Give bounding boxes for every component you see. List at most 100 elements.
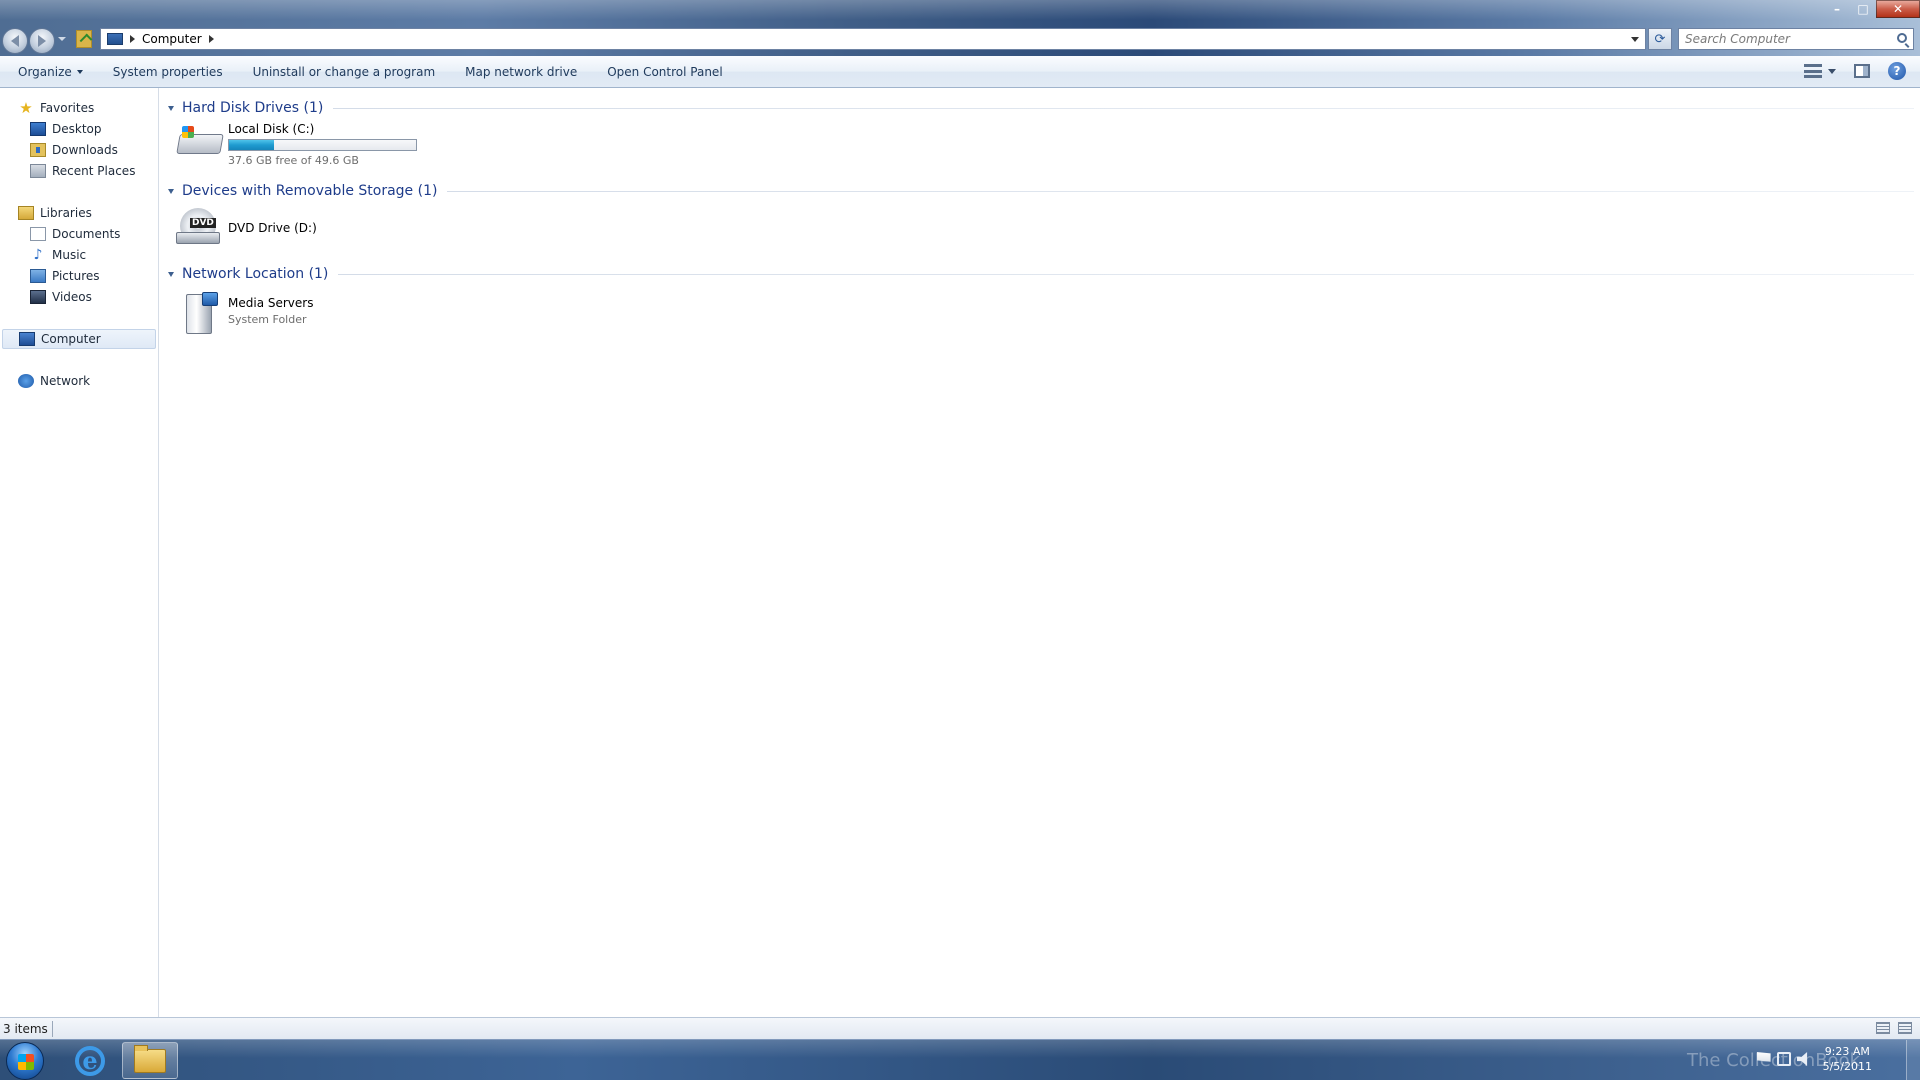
- network-item-type: System Folder: [228, 313, 307, 326]
- navigation-pane: ★ Favorites Desktop Downloads Recent Pla…: [0, 88, 159, 1017]
- collapse-arrow-icon[interactable]: [168, 271, 174, 277]
- nav-item-label: Pictures: [52, 269, 100, 283]
- folder-icon: [134, 1044, 166, 1073]
- maximize-button[interactable]: □: [1850, 0, 1876, 18]
- nav-item-recent-places[interactable]: Recent Places: [30, 161, 135, 181]
- network-item-media-servers[interactable]: Media Servers System Folder: [176, 290, 313, 334]
- capacity-bar: [228, 139, 417, 151]
- dvd-drive-icon: DVD: [176, 206, 224, 250]
- breadcrumb-chevron-icon[interactable]: [208, 35, 214, 43]
- collapse-arrow-icon[interactable]: [168, 188, 174, 194]
- group-title: Network Location (1): [182, 266, 329, 282]
- preview-pane-icon[interactable]: [1854, 64, 1870, 78]
- drive-details: DVD Drive (D:): [228, 206, 317, 250]
- system-tray: 9:23 AM 5/5/2011: [1756, 1044, 1872, 1074]
- drive-free-space: 37.6 GB free of 49.6 GB: [228, 154, 359, 167]
- help-icon[interactable]: ?: [1888, 62, 1906, 80]
- close-button[interactable]: ✕: [1876, 0, 1920, 18]
- breadcrumb-chevron-icon[interactable]: [130, 35, 135, 43]
- videos-icon: [30, 290, 46, 304]
- drive-name: DVD Drive (D:): [228, 221, 317, 235]
- nav-item-music[interactable]: ♪ Music: [30, 245, 87, 265]
- back-button[interactable]: [2, 28, 28, 54]
- forward-button[interactable]: [29, 28, 55, 54]
- group-divider: [447, 190, 1914, 192]
- chevron-down-icon: [76, 70, 83, 74]
- taskbar: e The CollectionBook 9:23 AM 5/5/2011: [0, 1039, 1920, 1080]
- nav-item-desktop[interactable]: Desktop: [30, 119, 102, 139]
- view-controls: ?: [1804, 62, 1906, 80]
- action-center-flag-icon[interactable]: [1756, 1052, 1771, 1062]
- large-icons-view-icon[interactable]: [1898, 1022, 1912, 1034]
- organize-button[interactable]: Organize: [12, 63, 89, 81]
- breadcrumb-computer[interactable]: Computer: [142, 32, 202, 46]
- search-icon[interactable]: [1897, 33, 1907, 43]
- map-network-drive-button[interactable]: Map network drive: [459, 63, 583, 81]
- group-header-hard-disk[interactable]: Hard Disk Drives (1): [168, 98, 1920, 118]
- internet-explorer-icon: e: [75, 1045, 105, 1076]
- nav-item-label: Desktop: [52, 122, 102, 136]
- nav-computer-label: Computer: [41, 332, 101, 346]
- drive-item-local-disk[interactable]: Local Disk (C:) 37.6 GB free of 49.6 GB: [176, 122, 417, 167]
- refresh-button[interactable]: ⟳: [1648, 28, 1672, 50]
- nav-favorites-label: Favorites: [40, 101, 95, 115]
- drive-item-dvd[interactable]: DVD DVD Drive (D:): [176, 206, 317, 250]
- nav-favorites[interactable]: ★ Favorites: [18, 98, 94, 118]
- item-count: 3 items: [0, 1020, 53, 1037]
- network-status-icon[interactable]: [1776, 1052, 1791, 1066]
- show-desktop-button[interactable]: [1906, 1040, 1920, 1080]
- command-bar: Organize System properties Uninstall or …: [0, 56, 1920, 88]
- volume-icon[interactable]: [1796, 1052, 1808, 1066]
- windows-logo-icon: [182, 126, 194, 138]
- change-view-icon[interactable]: [1804, 64, 1822, 78]
- network-item-name: Media Servers: [228, 296, 314, 310]
- nav-item-label: Downloads: [52, 143, 118, 157]
- recent-pages-dropdown-icon[interactable]: [58, 37, 66, 41]
- nav-network[interactable]: Network: [18, 371, 90, 391]
- system-properties-button[interactable]: System properties: [107, 63, 229, 81]
- collapse-arrow-icon[interactable]: [168, 105, 174, 111]
- search-box[interactable]: [1678, 28, 1914, 50]
- address-bar[interactable]: Computer: [100, 28, 1646, 50]
- nav-item-label: Music: [52, 248, 87, 262]
- group-divider: [338, 273, 1914, 275]
- details-view-icon[interactable]: [1876, 1022, 1890, 1034]
- up-folder-icon[interactable]: [76, 30, 92, 48]
- nav-network-label: Network: [40, 374, 91, 388]
- open-control-panel-button[interactable]: Open Control Panel: [601, 63, 728, 81]
- search-input[interactable]: [1685, 32, 1885, 46]
- taskbar-windows-explorer[interactable]: [122, 1042, 178, 1079]
- start-button[interactable]: [6, 1042, 44, 1080]
- computer-icon: [107, 33, 123, 45]
- capacity-bar-fill: [229, 140, 274, 150]
- taskbar-internet-explorer[interactable]: e: [62, 1042, 118, 1079]
- nav-item-videos[interactable]: Videos: [30, 287, 92, 307]
- group-header-removable-storage[interactable]: Devices with Removable Storage (1): [168, 181, 1920, 201]
- pictures-icon: [30, 269, 46, 283]
- group-title: Hard Disk Drives (1): [182, 100, 324, 116]
- back-arrow-icon: [11, 35, 19, 47]
- recent-places-icon: [30, 164, 46, 178]
- address-dropdown-icon[interactable]: [1631, 37, 1639, 42]
- clock[interactable]: 9:23 AM 5/5/2011: [1823, 1044, 1872, 1074]
- dvd-badge: DVD: [190, 218, 216, 228]
- media-server-icon: [176, 290, 224, 334]
- nav-item-pictures[interactable]: Pictures: [30, 266, 100, 286]
- hard-drive-icon: [176, 122, 224, 166]
- nav-libraries[interactable]: Libraries: [18, 203, 92, 223]
- group-title: Devices with Removable Storage (1): [182, 183, 438, 199]
- nav-item-label: Videos: [52, 290, 92, 304]
- drive-details: Local Disk (C:) 37.6 GB free of 49.6 GB: [228, 122, 417, 167]
- uninstall-program-button[interactable]: Uninstall or change a program: [247, 63, 442, 81]
- minimize-button[interactable]: –: [1824, 0, 1850, 18]
- group-header-network-location[interactable]: Network Location (1): [168, 264, 1920, 284]
- music-note-icon: ♪: [33, 247, 43, 263]
- status-bar: 3 items: [0, 1017, 1920, 1039]
- view-options-dropdown-icon[interactable]: [1828, 68, 1836, 74]
- nav-item-documents[interactable]: Documents: [30, 224, 120, 244]
- downloads-icon: [30, 143, 46, 157]
- nav-item-downloads[interactable]: Downloads: [30, 140, 118, 160]
- star-icon: ★: [19, 99, 33, 117]
- nav-computer[interactable]: Computer: [2, 329, 156, 349]
- organize-label: Organize: [18, 64, 72, 79]
